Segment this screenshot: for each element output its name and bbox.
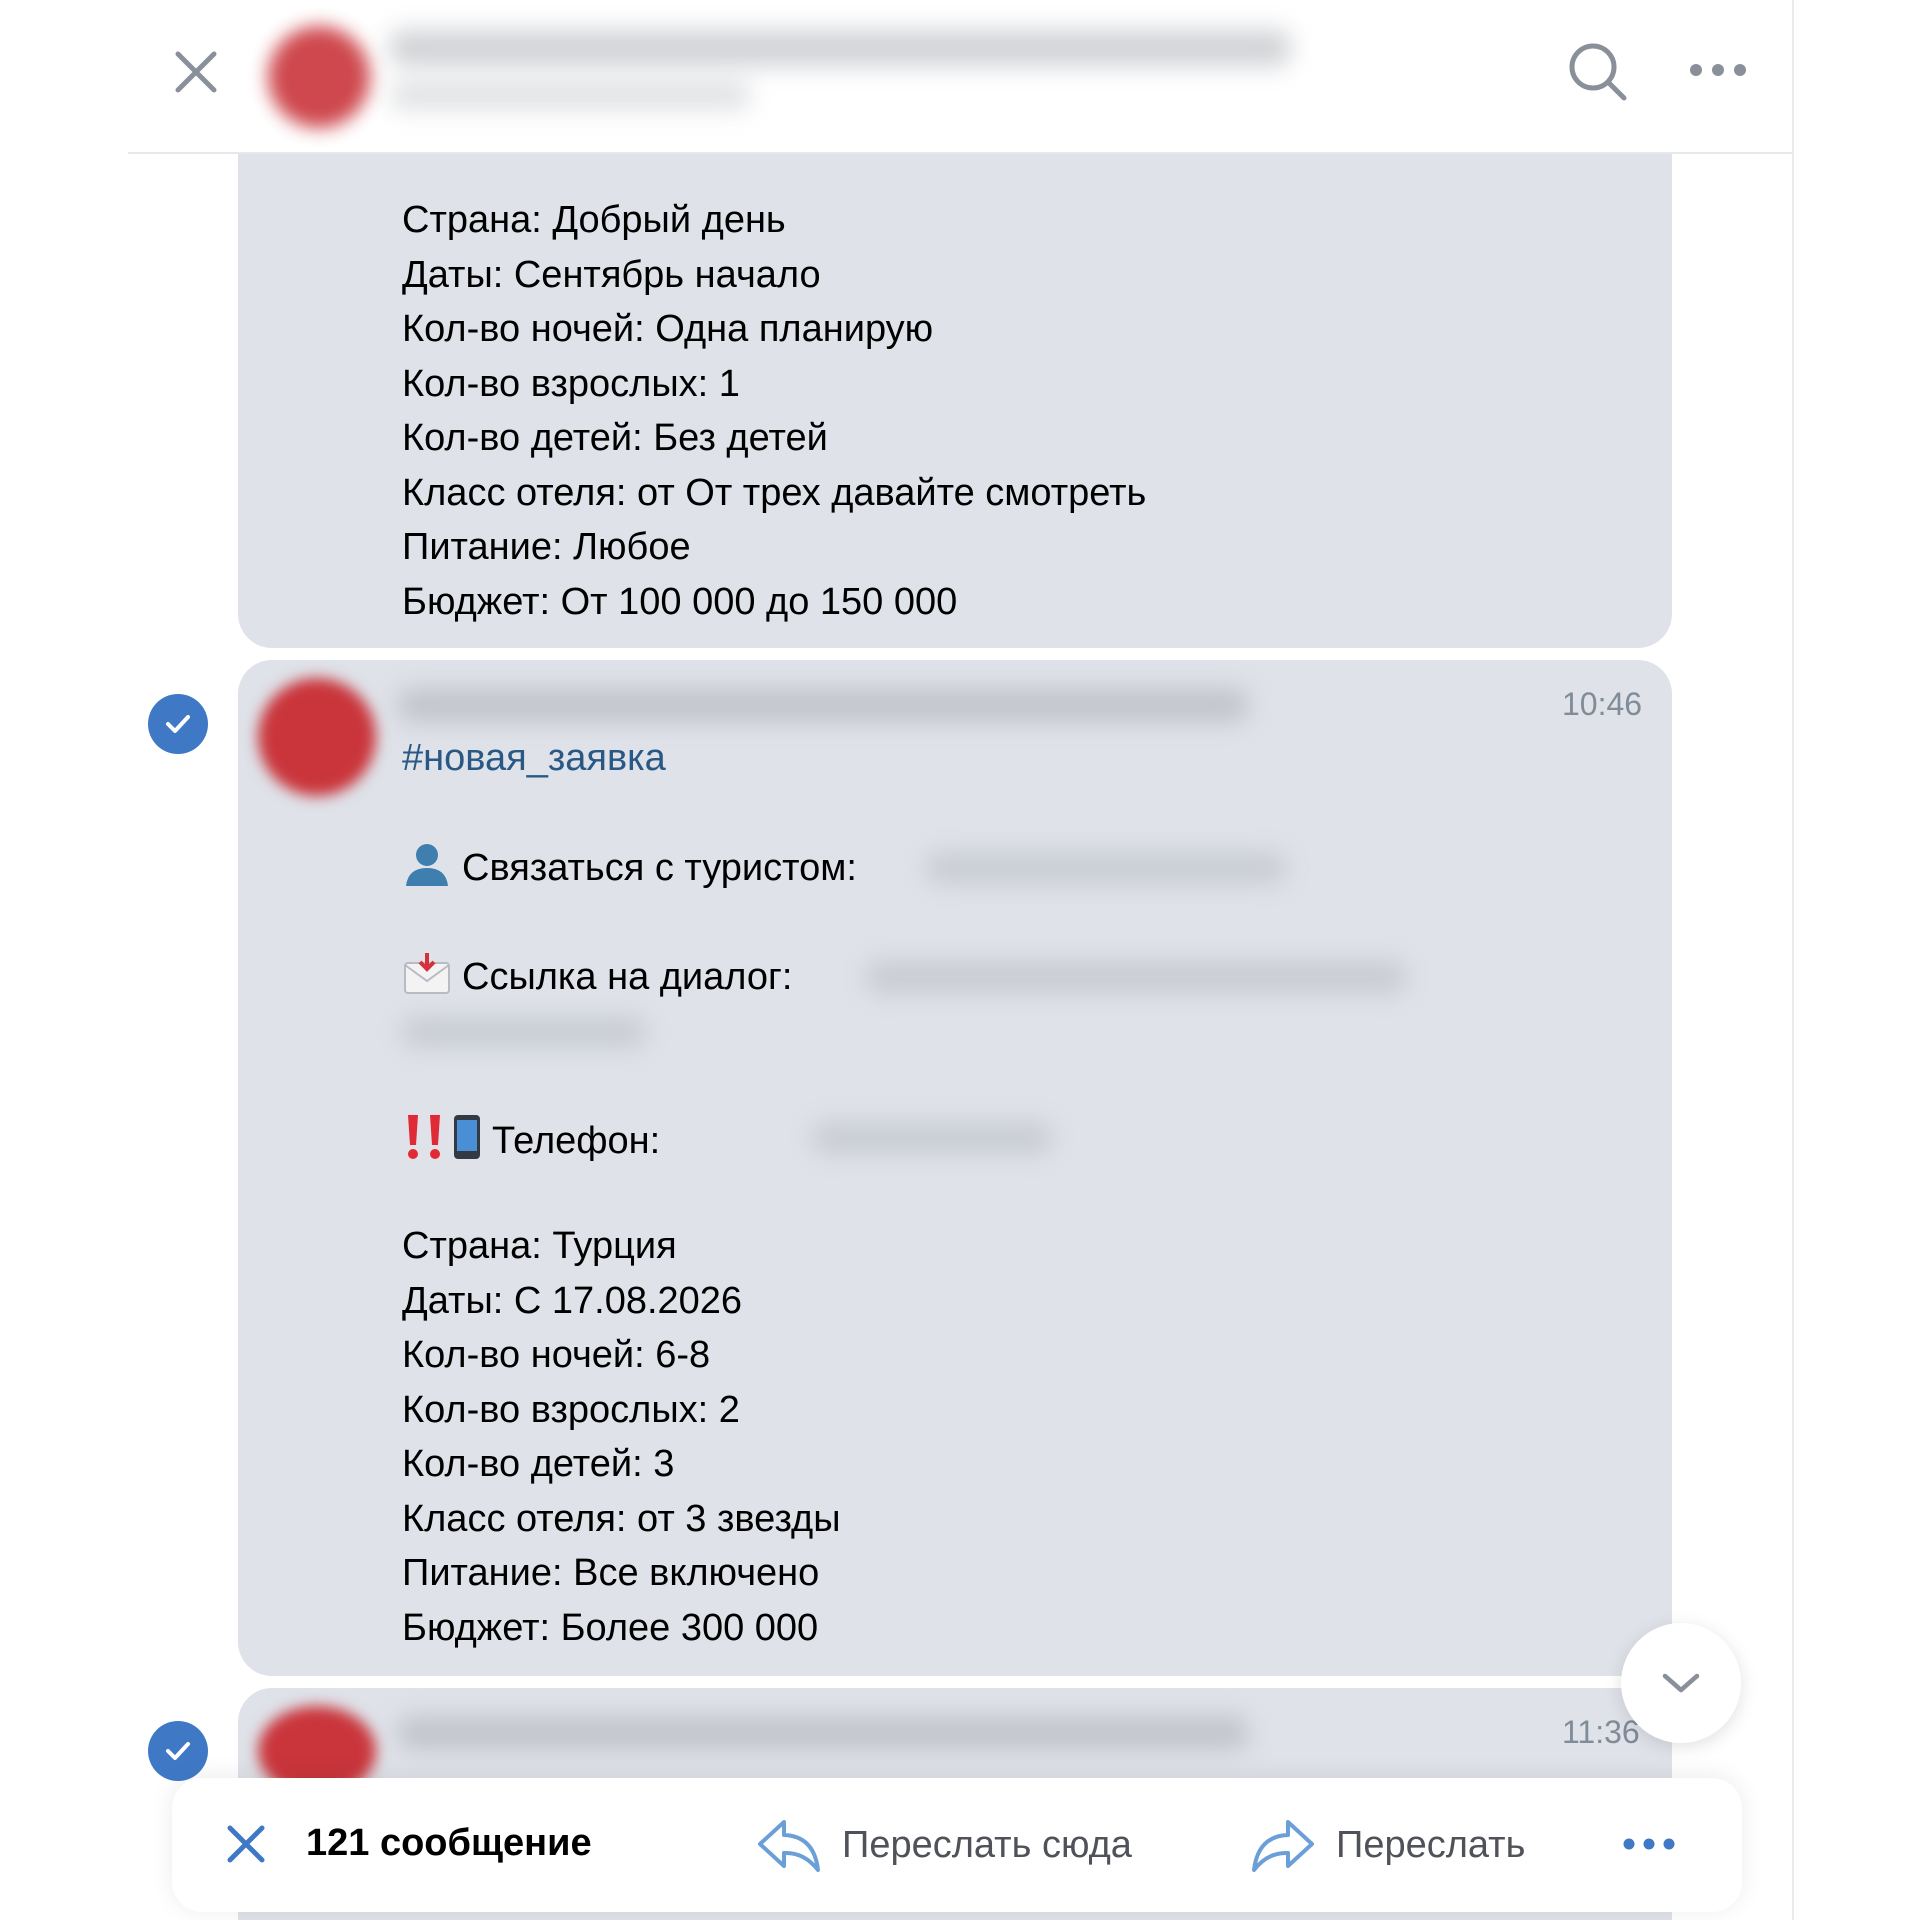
sender-name-redacted — [398, 688, 1248, 722]
cancel-selection-button[interactable] — [224, 1822, 268, 1866]
more-icon[interactable] — [1688, 48, 1748, 92]
more-icon — [1623, 1838, 1675, 1850]
message-line: Кол-во детей: Без детей — [402, 417, 828, 459]
message-line: Кол-во детей: 3 — [402, 1443, 675, 1485]
message-bubble[interactable]: Страна: Добрый день Даты: Сентябрь начал… — [238, 120, 1672, 648]
close-icon[interactable] — [172, 48, 220, 96]
chevron-down-icon — [1662, 1673, 1700, 1693]
phone-label: Телефон: — [492, 1120, 661, 1163]
dialog-link-label: Ссылка на диалог: — [462, 956, 793, 999]
forward-label: Переслать — [1336, 1823, 1526, 1866]
mobile-phone-icon — [452, 1113, 482, 1173]
message-line: Кол-во ночей: Одна планирую — [402, 308, 934, 350]
dialog-link-row: Ссылка на диалог: — [402, 951, 792, 1007]
selected-count: 121 сообщение — [306, 1822, 592, 1864]
scroll-down-button[interactable] — [1621, 1623, 1741, 1743]
message-line: Питание: Любое — [402, 526, 691, 568]
more-actions-button[interactable] — [1622, 1824, 1676, 1864]
message-time: 10:46 — [1562, 686, 1643, 722]
hashtag-link[interactable]: #новая_заявка — [402, 734, 666, 782]
chat-window: Страна: Добрый день Даты: Сентябрь начал… — [128, 0, 1794, 1920]
dialog-link-value-redacted[interactable] — [402, 1016, 646, 1048]
forward-here-button[interactable]: Переслать сюда — [756, 1816, 1132, 1874]
phone-row: Телефон: — [402, 1113, 660, 1173]
selected-check-icon[interactable] — [148, 1721, 208, 1781]
selected-check-icon[interactable] — [148, 694, 208, 754]
person-icon — [402, 842, 452, 898]
sender-name-redacted — [398, 1716, 1248, 1750]
dialog-link-value-redacted[interactable] — [866, 960, 1406, 994]
message-line: Кол-во взрослых: 2 — [402, 1389, 740, 1431]
message-line: Бюджет: Более 300 000 — [402, 1607, 819, 1649]
search-icon[interactable] — [1566, 40, 1630, 104]
message-bubble[interactable]: 10:46 #новая_заявка Связаться с туристом… — [238, 660, 1672, 1676]
reply-arrow-icon — [758, 1820, 820, 1872]
forward-button[interactable]: Переслать — [1250, 1816, 1525, 1874]
message-line: Класс отеля: от 3 звезды — [402, 1498, 841, 1540]
selection-action-bar: 121 сообщение Переслать сюда Переслать — [172, 1778, 1742, 1912]
message-line: Питание: Все включено — [402, 1552, 820, 1594]
contact-value-redacted — [926, 852, 1286, 884]
message-line: Бюджет: От 100 000 до 150 000 — [402, 581, 958, 623]
message-time: 11:36 — [1562, 1714, 1640, 1750]
phone-value-redacted — [812, 1122, 1052, 1154]
chat-header — [128, 0, 1792, 154]
chat-title-redacted — [390, 30, 1290, 66]
contact-label: Связаться с туристом: — [462, 847, 857, 890]
message-line: Страна: Турция — [402, 1225, 677, 1267]
envelope-icon — [402, 951, 452, 1007]
chat-subtitle-redacted — [390, 80, 750, 110]
message-line: Класс отеля: от От трех давайте смотреть — [402, 472, 1147, 514]
message-line: Кол-во ночей: 6-8 — [402, 1334, 711, 1376]
message-line: Страна: Добрый день — [402, 199, 786, 241]
chat-avatar[interactable] — [268, 26, 370, 128]
forward-here-label: Переслать сюда — [842, 1823, 1132, 1866]
contact-row: Связаться с туристом: — [402, 842, 857, 898]
double-exclamation-icon — [402, 1113, 446, 1173]
message-line: Даты: Сентябрь начало — [402, 254, 821, 296]
message-line: Кол-во взрослых: 1 — [402, 363, 740, 405]
message-line: Даты: С 17.08.2026 — [402, 1280, 743, 1322]
sender-avatar[interactable] — [258, 678, 376, 796]
forward-arrow-icon — [1252, 1820, 1314, 1872]
close-icon — [227, 1825, 265, 1863]
